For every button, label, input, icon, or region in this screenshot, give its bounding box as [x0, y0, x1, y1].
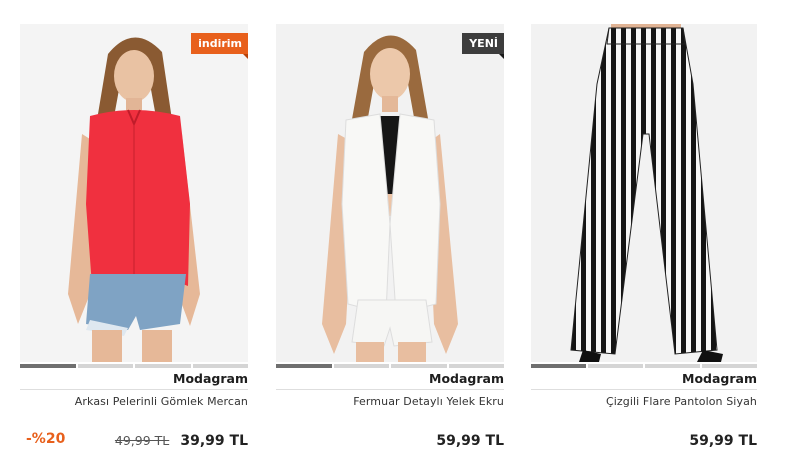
divider [531, 389, 757, 390]
divider [276, 389, 504, 390]
product-brand[interactable]: Modagram [20, 371, 248, 386]
gallery-dot[interactable] [77, 364, 133, 368]
divider [20, 389, 248, 390]
gallery-dot[interactable] [192, 364, 248, 368]
discount-badge: indirim [191, 33, 248, 60]
gallery-dot[interactable] [391, 364, 447, 368]
discount-percent: -%20 [26, 431, 66, 447]
product-brand[interactable]: Modagram [276, 371, 504, 386]
current-price: 39,99 TL [180, 433, 248, 449]
gallery-dot-active[interactable] [20, 364, 76, 368]
price-row: -%20 49,99 TL 39,99 TL [20, 430, 248, 450]
product-name[interactable]: Fermuar Detaylı Yelek Ekru [276, 395, 504, 408]
price-row: 59,99 TL [276, 430, 504, 450]
price-row: 59,99 TL [531, 430, 757, 450]
current-price: 59,99 TL [689, 433, 757, 449]
product-card[interactable]: indirim Modagram Arkası Pelerinli Gömlek… [20, 24, 248, 450]
gallery-dot[interactable] [448, 364, 504, 368]
model-red-shirt-image [20, 24, 248, 362]
image-gallery-indicator[interactable] [276, 364, 504, 368]
product-image[interactable] [531, 24, 757, 362]
product-card[interactable]: YENİ Modagram Fermuar Detaylı Yelek Ekru… [276, 24, 504, 450]
gallery-dot[interactable] [645, 364, 700, 368]
gallery-dot[interactable] [702, 364, 757, 368]
product-name[interactable]: Çizgili Flare Pantolon Siyah [531, 395, 757, 408]
gallery-dot[interactable] [135, 364, 191, 368]
striped-pants-image [531, 24, 757, 362]
new-badge: YENİ [462, 33, 504, 60]
product-image[interactable]: indirim [20, 24, 248, 362]
gallery-dot-active[interactable] [276, 364, 332, 368]
image-gallery-indicator[interactable] [20, 364, 248, 368]
product-brand[interactable]: Modagram [531, 371, 757, 386]
image-gallery-indicator[interactable] [531, 364, 757, 368]
gallery-dot-active[interactable] [531, 364, 586, 368]
old-price: 49,99 TL [114, 433, 170, 448]
gallery-dot[interactable] [333, 364, 389, 368]
product-card[interactable]: Modagram Çizgili Flare Pantolon Siyah 59… [531, 24, 757, 450]
product-name[interactable]: Arkası Pelerinli Gömlek Mercan [20, 395, 248, 408]
product-image[interactable]: YENİ [276, 24, 504, 362]
model-white-vest-image [276, 24, 504, 362]
gallery-dot[interactable] [588, 364, 643, 368]
current-price: 59,99 TL [436, 433, 504, 449]
